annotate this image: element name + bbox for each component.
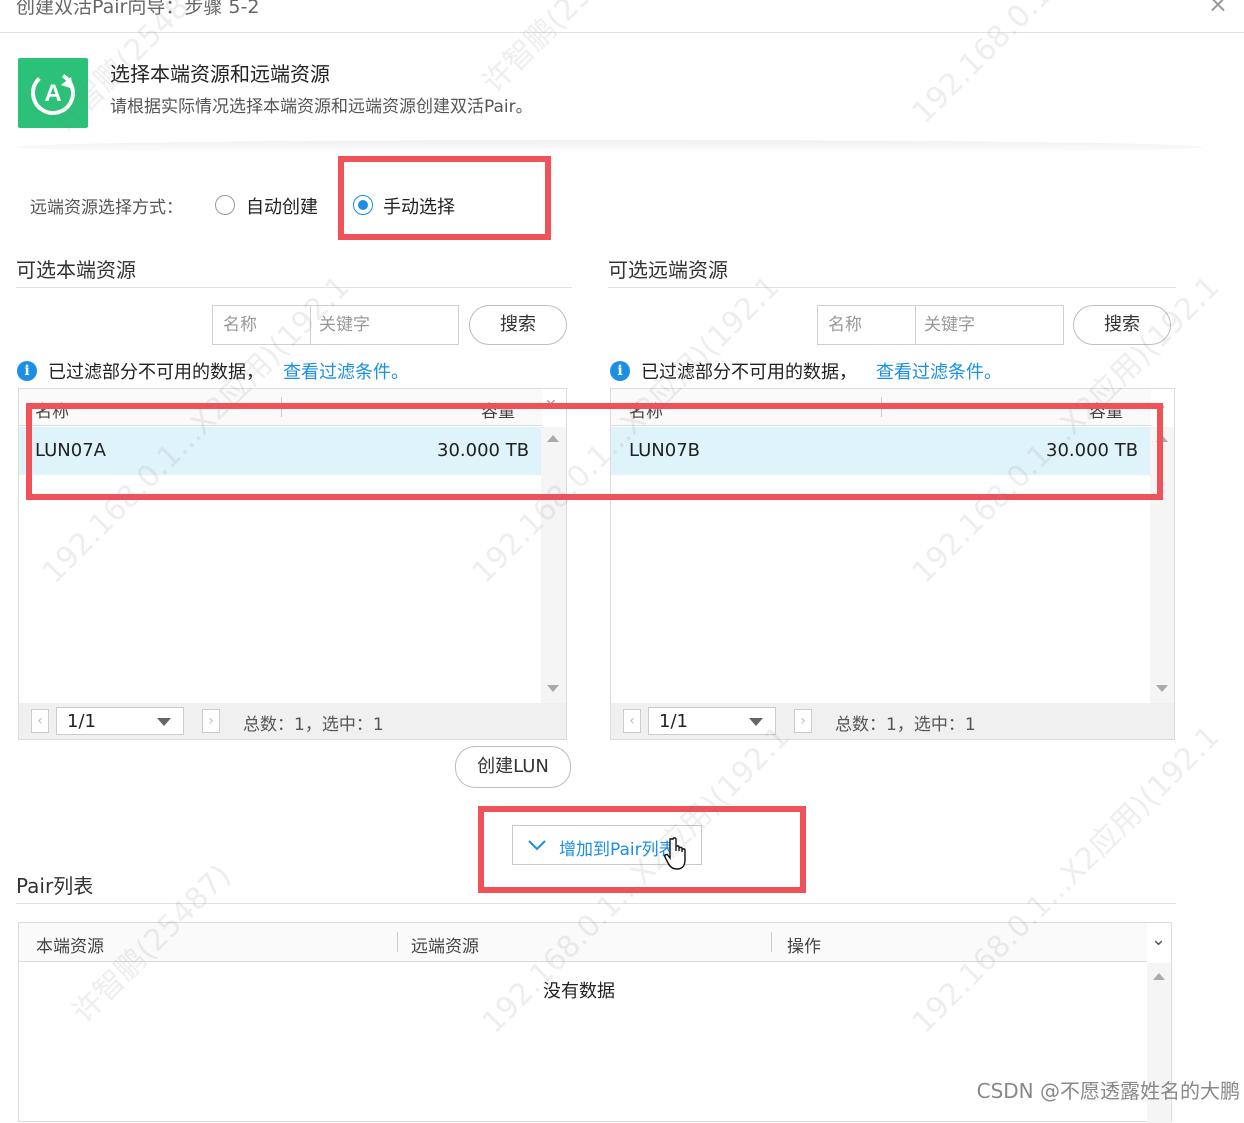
remote-scrollbar[interactable]	[1150, 427, 1174, 703]
local-row-capacity: 30.000 TB	[437, 440, 530, 461]
remote-mode-label: 远端资源选择方式：	[30, 198, 183, 218]
remote-summary: 总数：1，选中：1	[835, 715, 976, 735]
local-section-divider	[16, 287, 572, 288]
csdn-credit: CSDN @不愿透露姓名的大鹏	[976, 1079, 1240, 1103]
local-row-name: LUN07A	[35, 440, 106, 461]
radio-manual-select-label[interactable]: 手动选择	[383, 193, 455, 219]
scroll-up-icon[interactable]	[1153, 973, 1165, 980]
local-page-select[interactable]: 1/1	[56, 707, 184, 735]
pair-col-local[interactable]: 本端资源	[36, 932, 104, 957]
chevron-down-icon	[749, 718, 763, 726]
local-filter-link[interactable]: 查看过滤条件。	[283, 358, 409, 384]
local-pager: ‹ 1/1 › 总数：1，选中：1	[19, 703, 566, 739]
pair-col-action[interactable]: 操作	[787, 932, 821, 957]
pair-empty-text: 没有数据	[543, 981, 615, 1002]
remote-table-row[interactable]: LUN07B 30.000 TB	[611, 427, 1150, 475]
remote-page-select[interactable]: 1/1	[648, 707, 776, 735]
remote-search-input[interactable]: 关键字	[924, 306, 975, 344]
local-prev-page-icon[interactable]: ‹	[31, 709, 49, 733]
remote-pager: ‹ 1/1 › 总数：1，选中：1	[611, 703, 1174, 739]
pair-list-divider	[16, 903, 1176, 904]
local-column-menu-icon[interactable]: ✕	[545, 397, 557, 413]
hand-cursor-icon	[664, 837, 686, 870]
create-lun-button[interactable]: 创建LUN	[455, 746, 571, 788]
remote-filter-notice: 已过滤部分不可用的数据，	[641, 362, 857, 383]
remote-search-field-select[interactable]: 名称	[828, 306, 862, 344]
pair-list-title: Pair列表	[16, 874, 94, 898]
local-page-value: 1/1	[67, 711, 96, 732]
remote-page-value: 1/1	[659, 711, 688, 732]
remote-filter-link[interactable]: 查看过滤条件。	[876, 358, 1002, 384]
chevron-down-icon	[157, 718, 171, 726]
local-col-capacity[interactable]: 容量	[481, 397, 515, 422]
local-table-row[interactable]: LUN07A 30.000 TB	[19, 427, 541, 475]
scroll-up-icon[interactable]	[1156, 435, 1168, 442]
add-to-pair-list-label: 增加到Pair列表	[559, 840, 676, 860]
local-summary: 总数：1，选中：1	[243, 715, 384, 735]
remote-prev-page-icon[interactable]: ‹	[623, 709, 641, 733]
scroll-up-icon[interactable]	[547, 435, 559, 442]
remote-next-page-icon[interactable]: ›	[794, 709, 812, 733]
remote-section-divider	[608, 287, 1176, 288]
header-divider	[16, 140, 1204, 154]
pair-column-menu-icon[interactable]: ⌄	[1151, 929, 1166, 950]
pair-col-remote[interactable]: 远端资源	[411, 932, 479, 957]
local-search-button[interactable]: 搜索	[469, 305, 567, 345]
remote-resource-table: 名称 容量 ⌄ LUN07B 30.000 TB ‹ 1/1 › 总数：1，选中…	[610, 388, 1175, 740]
local-filter-notice: 已过滤部分不可用的数据，	[48, 362, 264, 383]
radio-manual-select[interactable]	[353, 195, 373, 215]
pair-table-header: 本端资源 远端资源 操作	[19, 923, 1147, 962]
radio-auto-create[interactable]	[215, 195, 235, 215]
local-search-group: 名称 关键字	[212, 305, 459, 345]
local-resource-table: 名称 容量 ✕ LUN07A 30.000 TB ‹ 1/1 › 总数：1，选中…	[18, 388, 567, 740]
dialog-title-bar: 创建双活Pair向导：步骤 5-2 ×	[0, 0, 1244, 33]
svg-text:A: A	[44, 80, 61, 107]
remote-section-title: 可选远端资源	[608, 258, 728, 282]
local-next-page-icon[interactable]: ›	[202, 709, 220, 733]
page-title: 选择本端资源和远端资源	[110, 62, 330, 86]
remote-column-menu-icon[interactable]: ⌄	[1154, 395, 1167, 414]
local-search-field-select[interactable]: 名称	[223, 306, 257, 344]
local-section-title: 可选本端资源	[16, 258, 136, 282]
remote-info-icon: i	[610, 361, 630, 381]
close-icon[interactable]: ×	[1208, 0, 1228, 18]
remote-col-name[interactable]: 名称	[629, 397, 663, 422]
local-col-name[interactable]: 名称	[35, 397, 69, 422]
remote-col-capacity[interactable]: 容量	[1089, 397, 1123, 422]
remote-search-group: 名称 关键字	[817, 305, 1064, 345]
scroll-down-icon[interactable]	[1156, 685, 1168, 692]
scroll-down-icon[interactable]	[547, 685, 559, 692]
dialog-title: 创建双活Pair向导：步骤 5-2	[16, 0, 260, 18]
page-subtitle: 请根据实际情况选择本端资源和远端资源创建双活Pair。	[110, 97, 533, 117]
remote-row-name: LUN07B	[629, 440, 701, 461]
local-info-icon: i	[17, 361, 37, 381]
remote-row-capacity: 30.000 TB	[1046, 440, 1139, 461]
local-scrollbar[interactable]	[541, 427, 566, 703]
chevron-down-icon	[528, 840, 546, 851]
remote-search-button[interactable]: 搜索	[1073, 305, 1171, 345]
remote-table-header: 名称 容量	[611, 389, 1151, 426]
local-table-header: 名称 容量	[19, 389, 542, 426]
local-search-input[interactable]: 关键字	[319, 306, 370, 344]
radio-auto-create-label[interactable]: 自动创建	[246, 193, 318, 219]
app-a-icon: A	[18, 58, 88, 128]
